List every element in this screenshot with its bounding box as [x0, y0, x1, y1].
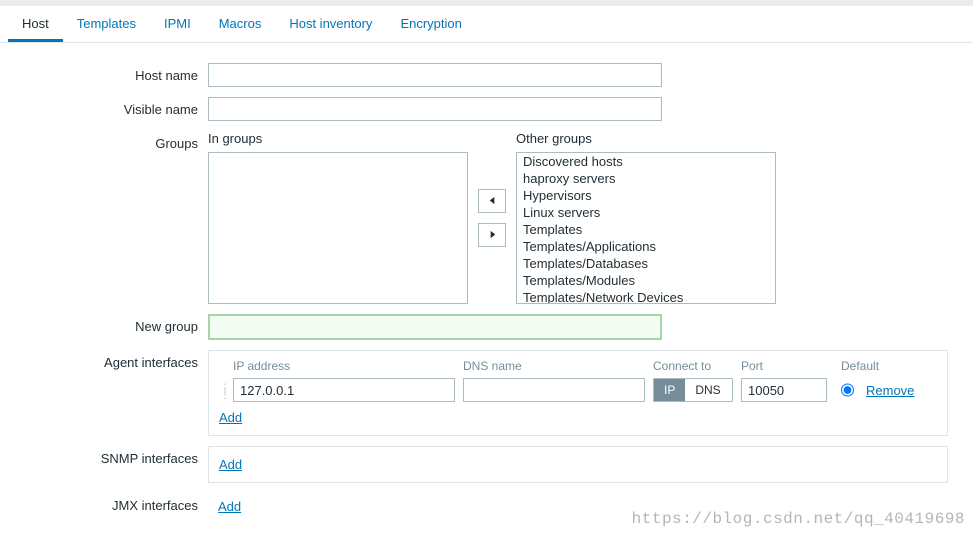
list-item[interactable]: Discovered hosts — [517, 153, 775, 170]
snmp-interfaces-box: Add — [208, 446, 948, 483]
agent-connect-toggle: IP DNS — [653, 378, 733, 402]
agent-dns-input[interactable] — [463, 378, 645, 402]
iface-header-dns: DNS name — [463, 359, 645, 373]
agent-add-link[interactable]: Add — [219, 410, 937, 425]
agent-remove-link[interactable]: Remove — [866, 383, 914, 398]
list-item[interactable]: Linux servers — [517, 204, 775, 221]
agent-port-input[interactable] — [741, 378, 827, 402]
new-group-input[interactable] — [208, 314, 662, 340]
triangle-left-icon — [488, 196, 497, 205]
new-group-label: New group — [20, 314, 208, 334]
list-item[interactable]: Templates/Modules — [517, 272, 775, 289]
tab-templates[interactable]: Templates — [63, 6, 150, 42]
visible-name-label: Visible name — [20, 97, 208, 117]
agent-connect-dns-button[interactable]: DNS — [685, 379, 730, 401]
list-item[interactable]: haproxy servers — [517, 170, 775, 187]
in-groups-listbox[interactable] — [208, 152, 468, 304]
in-groups-label: In groups — [208, 131, 468, 146]
tab-ipmi[interactable]: IPMI — [150, 6, 205, 42]
move-left-button[interactable] — [478, 189, 506, 213]
other-groups-listbox[interactable]: Discovered hostshaproxy serversHyperviso… — [516, 152, 776, 304]
list-item[interactable]: Templates/Network Devices — [517, 289, 775, 304]
host-form: Host name Visible name Groups In groups — [0, 43, 973, 514]
groups-label: Groups — [20, 131, 208, 151]
other-groups-label: Other groups — [516, 131, 776, 146]
iface-header-ip: IP address — [233, 359, 455, 373]
iface-header-default: Default — [841, 359, 899, 373]
tab-encryption[interactable]: Encryption — [386, 6, 475, 42]
iface-header-port: Port — [741, 359, 827, 373]
jmx-add-link[interactable]: Add — [218, 499, 241, 514]
agent-interfaces-label: Agent interfaces — [20, 350, 208, 370]
tab-host-inventory[interactable]: Host inventory — [275, 6, 386, 42]
list-item[interactable]: Templates — [517, 221, 775, 238]
host-name-label: Host name — [20, 63, 208, 83]
list-item[interactable]: Templates/Applications — [517, 238, 775, 255]
jmx-interfaces-label: JMX interfaces — [20, 493, 208, 513]
iface-header-connect: Connect to — [653, 359, 733, 373]
tab-macros[interactable]: Macros — [205, 6, 276, 42]
agent-default-radio[interactable] — [841, 382, 854, 398]
drag-handle-icon[interactable]: ⋮⋮⋮⋮ — [219, 383, 233, 397]
agent-interfaces-box: IP address DNS name Connect to Port Defa… — [208, 350, 948, 436]
host-name-input[interactable] — [208, 63, 662, 87]
snmp-interfaces-label: SNMP interfaces — [20, 446, 208, 466]
snmp-add-link[interactable]: Add — [219, 457, 242, 472]
list-item[interactable]: Templates/Databases — [517, 255, 775, 272]
move-right-button[interactable] — [478, 223, 506, 247]
visible-name-input[interactable] — [208, 97, 662, 121]
tab-host[interactable]: Host — [8, 6, 63, 42]
agent-ip-input[interactable] — [233, 378, 455, 402]
list-item[interactable]: Hypervisors — [517, 187, 775, 204]
triangle-right-icon — [488, 230, 497, 239]
tabs-bar: Host Templates IPMI Macros Host inventor… — [0, 6, 973, 43]
agent-connect-ip-button[interactable]: IP — [654, 379, 685, 401]
